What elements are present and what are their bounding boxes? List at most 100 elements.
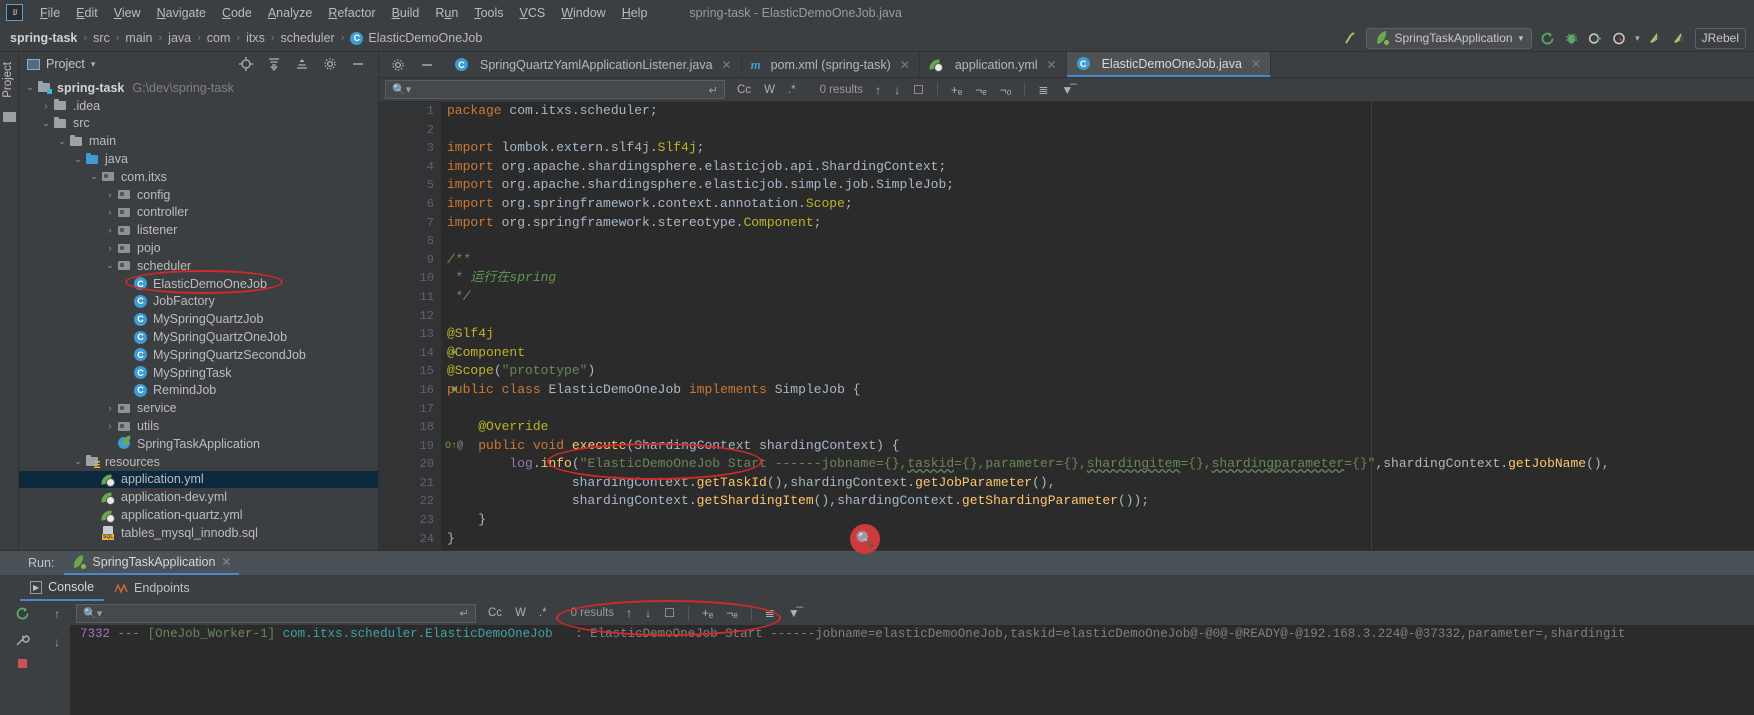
tree-node-main[interactable]: ⌄ main — [19, 132, 378, 150]
code-line-6[interactable]: import org.springframework.context.annot… — [441, 195, 1754, 214]
project-view-chevron-down-icon[interactable]: ▾ — [91, 59, 96, 70]
chevron-right-icon[interactable]: › — [39, 101, 53, 111]
prev-match-icon[interactable]: ↑ — [626, 606, 632, 620]
run-configuration-selector[interactable]: SpringTaskApplication ▾ — [1365, 27, 1533, 49]
tree-node-utils[interactable]: › utils — [19, 417, 378, 435]
breadcrumb-item-java[interactable]: java — [168, 31, 191, 45]
tree-node-application-dev-yml[interactable]: application-dev.yml — [19, 488, 378, 506]
tree-node-myspringtask[interactable]: MySpringTask — [19, 364, 378, 382]
match-case-toggle[interactable]: Cc — [737, 84, 751, 96]
menu-refactor[interactable]: Refactor — [320, 3, 383, 23]
menu-tools[interactable]: Tools — [466, 3, 511, 23]
prev-match-icon[interactable]: ↑ — [875, 83, 881, 97]
menu-edit[interactable]: Edit — [68, 3, 106, 23]
exclude-icon[interactable]: ¬ₑ — [975, 83, 986, 97]
console-search-input[interactable]: 🔍▾ ↵ — [76, 603, 476, 623]
code-line-17[interactable] — [441, 400, 1754, 419]
profiler-icon[interactable] — [1611, 30, 1628, 47]
tree-node-elasticdemoonejob[interactable]: ElasticDemoOneJob — [19, 275, 378, 293]
code-line-16[interactable]: public class ElasticDemoOneJob implement… — [441, 381, 1754, 400]
editor-tab-springquartzyamlapplicationlistener-java[interactable]: SpringQuartzYamlApplicationListener.java… — [445, 52, 742, 77]
code-line-9[interactable]: ⊖/** — [441, 251, 1754, 270]
code-line-10[interactable]: * 运行在spring — [441, 269, 1754, 288]
breadcrumb-item-itxs[interactable]: itxs — [246, 31, 265, 45]
tree-node--idea[interactable]: › .idea — [19, 97, 378, 115]
hide-icon[interactable] — [349, 56, 366, 73]
collapse-all-icon[interactable] — [293, 56, 310, 73]
code-line-3[interactable]: ⊖import lombok.extern.slf4j.Slf4j; — [441, 139, 1754, 158]
expand-all-icon[interactable] — [265, 56, 282, 73]
project-tree[interactable]: ⌄ spring-task G:\dev\spring-task › .idea ⌄ src… — [19, 76, 378, 550]
regex-history-icon[interactable]: ↵ — [459, 606, 469, 620]
close-icon[interactable]: ✕ — [722, 58, 732, 72]
scroll-down-icon[interactable]: ↓ — [54, 635, 60, 649]
menu-file[interactable]: File — [32, 3, 68, 23]
gear-icon[interactable] — [321, 56, 338, 73]
menu-window[interactable]: Window — [553, 3, 613, 23]
editor-tab-pom-xml-spring-task-[interactable]: pom.xml (spring-task) ✕ — [742, 52, 920, 77]
structure-folder-icon[interactable] — [2, 111, 16, 122]
code-line-2[interactable] — [441, 121, 1754, 140]
profiler-caret-icon[interactable]: ▾ — [1635, 33, 1640, 44]
tree-node-service[interactable]: › service — [19, 399, 378, 417]
regex-history-icon[interactable]: ↵ — [708, 83, 718, 97]
tree-node-myspringquartzsecondjob[interactable]: MySpringQuartzSecondJob — [19, 346, 378, 364]
menu-analyze[interactable]: Analyze — [260, 3, 320, 23]
search-input[interactable]: 🔍▾ ↵ — [385, 80, 725, 99]
chevron-down-icon[interactable]: ⌄ — [23, 82, 37, 93]
chevron-down-icon[interactable]: ⌄ — [55, 136, 69, 147]
close-icon[interactable]: ✕ — [900, 58, 910, 72]
gear-icon[interactable] — [389, 56, 406, 73]
menu-run[interactable]: Run — [427, 3, 466, 23]
code-line-1[interactable]: package com.itxs.scheduler; — [441, 102, 1754, 121]
hide-icon[interactable] — [418, 56, 435, 73]
chevron-down-icon[interactable]: ⌄ — [39, 118, 53, 129]
chevron-right-icon[interactable]: › — [103, 243, 117, 253]
hammer-build-icon[interactable] — [1342, 30, 1359, 47]
tab-console[interactable]: ▶ Console — [20, 575, 105, 601]
next-match-icon[interactable]: ↓ — [894, 83, 900, 97]
chevron-right-icon[interactable]: › — [103, 190, 117, 200]
scroll-up-icon[interactable]: ↑ — [54, 607, 60, 621]
tree-node-scheduler[interactable]: ⌄ scheduler — [19, 257, 378, 275]
close-icon[interactable]: ✕ — [1251, 57, 1261, 71]
editor-tab-elasticdemoonejob-java[interactable]: ElasticDemoOneJob.java ✕ — [1066, 52, 1272, 77]
code-line-14[interactable]: @Component — [441, 344, 1754, 363]
breadcrumb-class[interactable]: C ElasticDemoOneJob — [350, 31, 482, 45]
breadcrumb-item-src[interactable]: src — [93, 31, 110, 45]
next-match-icon[interactable]: ↓ — [645, 606, 651, 620]
chevron-right-icon[interactable]: › — [103, 207, 117, 217]
chevron-right-icon[interactable]: › — [103, 225, 117, 235]
breadcrumb-item-scheduler[interactable]: scheduler — [281, 31, 335, 45]
chevron-down-icon[interactable]: ⌄ — [103, 260, 117, 271]
view-options-icon[interactable]: ≣ — [765, 606, 775, 620]
debug-icon[interactable] — [1563, 30, 1580, 47]
close-icon[interactable]: ✕ — [221, 555, 231, 569]
code-lines[interactable]: package com.itxs.scheduler; ⊖import lomb… — [441, 102, 1754, 550]
tree-node-myspringquartzjob[interactable]: MySpringQuartzJob — [19, 310, 378, 328]
tree-node-pojo[interactable]: › pojo — [19, 239, 378, 257]
code-line-21[interactable]: shardingContext.getTaskId(),shardingCont… — [441, 474, 1754, 493]
exclude-all-icon[interactable]: ¬ₒ — [1000, 83, 1012, 97]
menu-help[interactable]: Help — [614, 3, 656, 23]
tree-node-tables-mysql-innodb-sql[interactable]: tables_mysql_innodb.sql — [19, 524, 378, 542]
tree-node-myspringquartzonejob[interactable]: MySpringQuartzOneJob — [19, 328, 378, 346]
tree-node-jobfactory[interactable]: JobFactory — [19, 293, 378, 311]
chevron-right-icon[interactable]: › — [103, 421, 117, 431]
menu-build[interactable]: Build — [384, 3, 428, 23]
code-line-24[interactable]: } — [441, 530, 1754, 549]
editor-tab-application-yml[interactable]: application.yml ✕ — [920, 52, 1067, 77]
match-case-toggle[interactable]: Cc — [488, 607, 502, 619]
code-line-5[interactable]: import org.apache.shardingsphere.elastic… — [441, 176, 1754, 195]
editor-gutter[interactable]: 1 2 3 4 5 6 7 8 9 10 11 12 13 14 ✦ 15 16 ● 17 18 19 Ο↑@ 20 21 22… — [379, 102, 463, 550]
tree-node-com-itxs[interactable]: ⌄ com.itxs — [19, 168, 378, 186]
add-icon[interactable]: +ₑ — [951, 83, 962, 97]
tree-node-application-quartz-yml[interactable]: application-quartz.yml — [19, 506, 378, 524]
code-line-20[interactable]: log.info("ElasticDemoOneJob Start ------… — [441, 455, 1754, 474]
exclude-icon[interactable]: ¬ₑ — [726, 606, 737, 620]
tree-node-config[interactable]: › config — [19, 186, 378, 204]
menu-view[interactable]: View — [106, 3, 149, 23]
tree-node-controller[interactable]: › controller — [19, 204, 378, 222]
code-line-7[interactable]: ⊖import org.springframework.stereotype.C… — [441, 214, 1754, 233]
select-all-icon[interactable]: ☐ — [913, 83, 924, 97]
